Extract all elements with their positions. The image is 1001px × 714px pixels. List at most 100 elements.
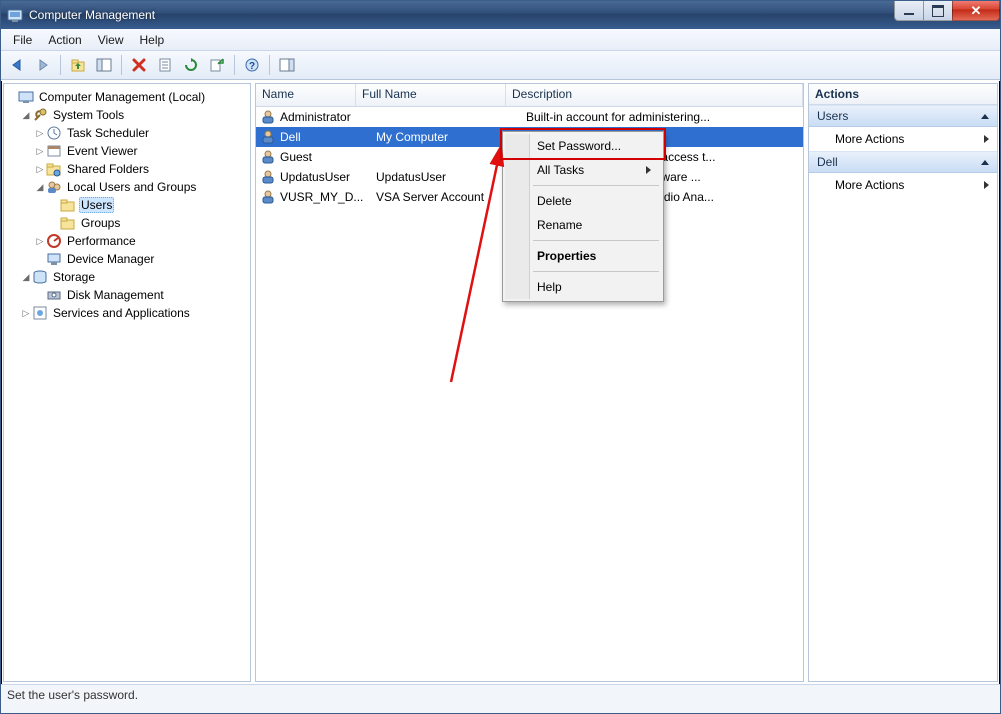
tree-item-performance[interactable]: ▷ Performance	[6, 232, 248, 250]
tree-item-task-scheduler[interactable]: ▷ Task Scheduler	[6, 124, 248, 142]
menu-action[interactable]: Action	[40, 31, 89, 49]
caption-buttons: ✕	[895, 1, 1000, 21]
collapse-arrow-icon	[981, 160, 989, 165]
menu-file[interactable]: File	[5, 31, 40, 49]
user-icon	[260, 169, 276, 185]
clock-icon	[46, 125, 62, 141]
actions-item-more-actions-dell[interactable]: More Actions	[809, 173, 997, 197]
cell-name: Dell	[280, 130, 376, 144]
show-hide-action-button[interactable]	[275, 53, 299, 77]
folder-icon	[60, 197, 76, 213]
toolbar-separator	[269, 55, 270, 75]
toolbar-separator	[234, 55, 235, 75]
cell-name: VUSR_MY_D...	[280, 190, 376, 204]
expander-icon[interactable]: ▷	[34, 236, 46, 247]
expander-icon[interactable]: ▷	[34, 146, 46, 157]
context-menu-label: All Tasks	[537, 163, 584, 177]
tree-item-system-tools[interactable]: ◢ System Tools	[6, 106, 248, 124]
menu-view[interactable]: View	[90, 31, 132, 49]
context-menu-all-tasks[interactable]: All Tasks	[505, 158, 661, 182]
console-tree[interactable]: Computer Management (Local) ◢ System Too…	[4, 84, 250, 681]
delete-button[interactable]	[127, 53, 151, 77]
tree-label: Device Manager	[65, 251, 156, 267]
app-icon	[7, 7, 23, 23]
tree-label: Users	[79, 197, 114, 213]
cell-name: Guest	[280, 150, 376, 164]
context-menu-properties[interactable]: Properties	[505, 244, 661, 268]
actions-group-title: Users	[817, 109, 848, 123]
content-area: Computer Management (Local) ◢ System Too…	[1, 80, 1000, 684]
tree-label: Services and Applications	[51, 305, 192, 321]
context-menu: Set Password... All Tasks Delete Rename …	[502, 131, 664, 302]
event-icon	[46, 143, 62, 159]
user-icon	[260, 129, 276, 145]
maximize-button[interactable]	[923, 1, 953, 21]
actions-group-dell[interactable]: Dell	[809, 151, 997, 173]
tree-label: Task Scheduler	[65, 125, 151, 141]
collapse-arrow-icon	[981, 114, 989, 119]
context-menu-rename[interactable]: Rename	[505, 213, 661, 237]
submenu-arrow-icon	[984, 181, 989, 189]
tree-item-device-manager[interactable]: Device Manager	[6, 250, 248, 268]
refresh-button[interactable]	[179, 53, 203, 77]
tree-label: Local Users and Groups	[65, 179, 198, 195]
actions-item-more-actions-users[interactable]: More Actions	[809, 127, 997, 151]
users-icon	[46, 179, 62, 195]
tree-label: Groups	[79, 215, 122, 231]
performance-icon	[46, 233, 62, 249]
expander-icon[interactable]: ▷	[34, 164, 46, 175]
services-icon	[32, 305, 48, 321]
tree-item-services-apps[interactable]: ▷ Services and Applications	[6, 304, 248, 322]
titlebar[interactable]: Computer Management ✕	[1, 1, 1000, 29]
tree-label: System Tools	[51, 107, 126, 123]
expander-icon[interactable]: ◢	[34, 182, 46, 193]
actions-group-users[interactable]: Users	[809, 105, 997, 127]
tree-item-users[interactable]: Users	[6, 196, 248, 214]
back-button[interactable]	[5, 53, 29, 77]
users-list-panel: Name Full Name Description Administrator…	[255, 83, 804, 682]
device-icon	[46, 251, 62, 267]
list-row[interactable]: Administrator Built-in account for admini…	[256, 107, 803, 127]
menu-help[interactable]: Help	[132, 31, 173, 49]
context-menu-delete[interactable]: Delete	[505, 189, 661, 213]
help-button[interactable]: ?	[240, 53, 264, 77]
tree-item-shared-folders[interactable]: ▷ Shared Folders	[6, 160, 248, 178]
user-icon	[260, 149, 276, 165]
tree-item-groups[interactable]: Groups	[6, 214, 248, 232]
minimize-button[interactable]	[894, 1, 924, 21]
column-header-description[interactable]: Description	[506, 84, 803, 106]
context-menu-help[interactable]: Help	[505, 275, 661, 299]
close-button[interactable]: ✕	[952, 1, 1000, 21]
show-hide-tree-button[interactable]	[92, 53, 116, 77]
folder-icon	[60, 215, 76, 231]
context-menu-set-password[interactable]: Set Password...	[505, 134, 661, 158]
tree-item-disk-management[interactable]: Disk Management	[6, 286, 248, 304]
up-button[interactable]	[66, 53, 90, 77]
list-header: Name Full Name Description	[256, 84, 803, 107]
user-icon	[260, 109, 276, 125]
window-title: Computer Management	[29, 8, 155, 22]
expander-icon[interactable]: ◢	[20, 272, 32, 283]
tree-item-local-users-groups[interactable]: ◢ Local Users and Groups	[6, 178, 248, 196]
toolbar-separator	[60, 55, 61, 75]
tree-item-storage[interactable]: ◢ Storage	[6, 268, 248, 286]
expander-icon[interactable]: ▷	[20, 308, 32, 319]
tree-item-event-viewer[interactable]: ▷ Event Viewer	[6, 142, 248, 160]
column-header-name[interactable]: Name	[256, 84, 356, 106]
tree-label: Disk Management	[65, 287, 166, 303]
cell-name: UpdatusUser	[280, 170, 376, 184]
computer-management-icon	[18, 89, 34, 105]
svg-text:?: ?	[249, 61, 255, 72]
column-header-fullname[interactable]: Full Name	[356, 84, 506, 106]
expander-icon[interactable]: ▷	[34, 128, 46, 139]
submenu-arrow-icon	[646, 166, 651, 174]
console-tree-panel: Computer Management (Local) ◢ System Too…	[3, 83, 251, 682]
properties-button[interactable]	[153, 53, 177, 77]
export-button[interactable]	[205, 53, 229, 77]
tree-label: Performance	[65, 233, 138, 249]
cell-description: Built-in account for administering...	[526, 110, 803, 124]
expander-icon[interactable]: ◢	[20, 110, 32, 121]
tree-root[interactable]: Computer Management (Local)	[6, 88, 248, 106]
cell-name: Administrator	[280, 110, 376, 124]
forward-button[interactable]	[31, 53, 55, 77]
